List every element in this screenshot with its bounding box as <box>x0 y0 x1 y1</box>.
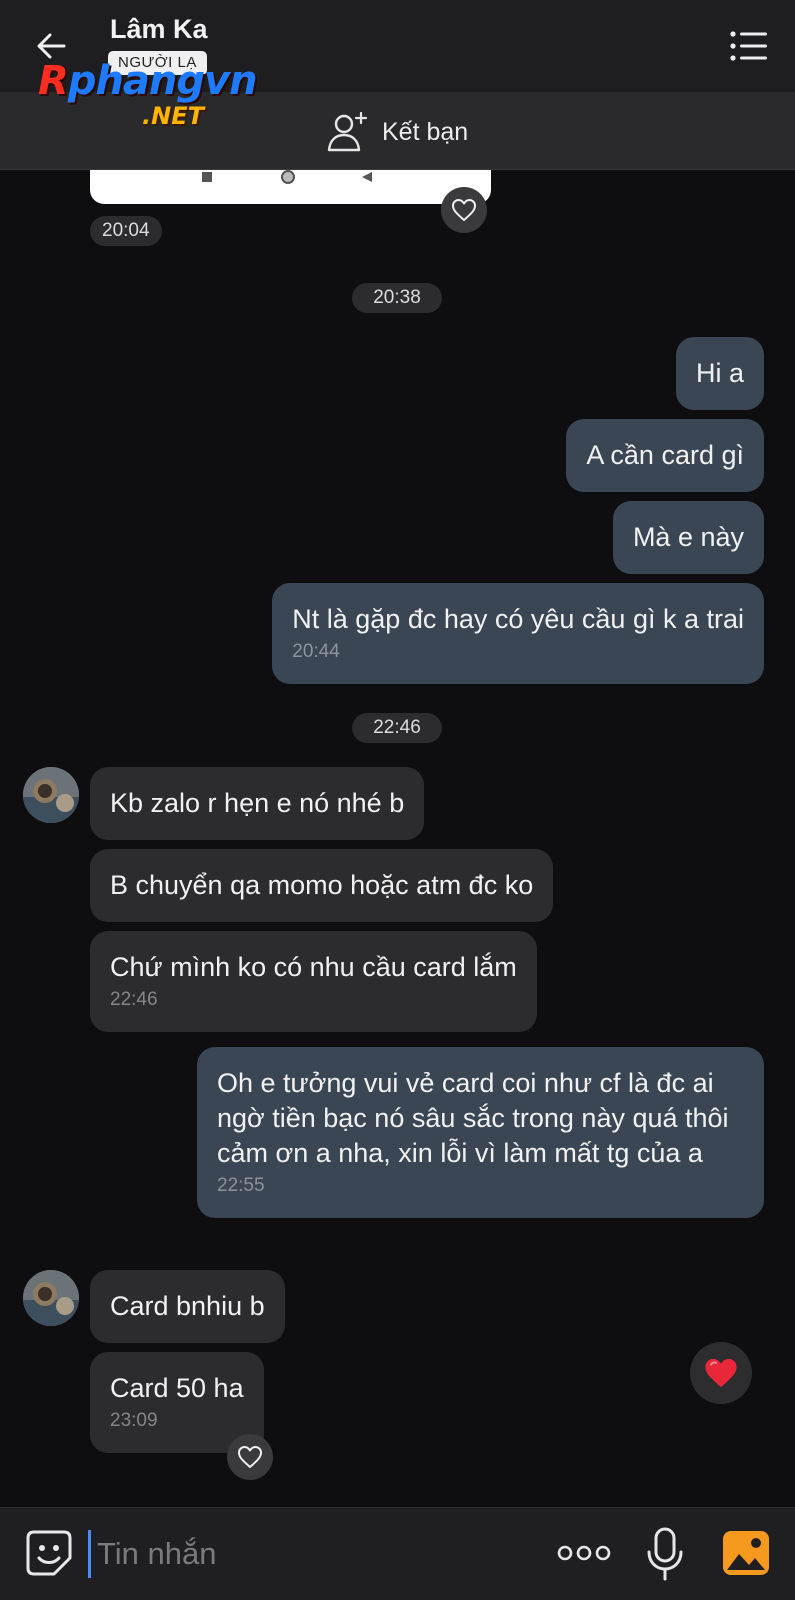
contact-name[interactable]: Lâm Ka <box>110 14 208 45</box>
message-composer <box>0 1507 795 1600</box>
add-user-icon <box>327 111 368 152</box>
watermark-sub: .NET <box>142 102 204 130</box>
message-text: Card bnhiu b <box>110 1291 265 1321</box>
message-input[interactable] <box>88 1530 528 1578</box>
outgoing-message[interactable]: A cần card gì <box>566 419 764 492</box>
message-text: Card 50 ha <box>110 1373 244 1403</box>
outgoing-message[interactable]: Nt là gặp đc hay có yêu cầu gì k a trai … <box>272 583 764 684</box>
shared-image-preview[interactable] <box>90 170 491 204</box>
voice-record-button[interactable] <box>644 1526 686 1582</box>
message-text: B chuyển qa momo hoặc atm đc ko <box>110 870 534 900</box>
time-divider: 20:38 <box>352 283 442 313</box>
message-text: Kb zalo r hẹn e nó nhé b <box>110 788 405 818</box>
react-heart-button[interactable] <box>441 187 487 233</box>
message-timestamp: 20:44 <box>292 641 340 662</box>
heart-outline-icon <box>238 1446 262 1468</box>
image-icon <box>723 1531 769 1575</box>
message-list[interactable]: 20:04 20:38 Hi a A cần card gì Mà e này … <box>0 170 795 1507</box>
square-icon <box>202 172 212 182</box>
circle-icon <box>281 170 295 184</box>
message-text: Mà e này <box>632 522 744 552</box>
list-menu-icon <box>730 31 767 61</box>
avatar[interactable] <box>23 767 79 823</box>
send-photo-button[interactable] <box>722 1530 770 1576</box>
time-divider: 22:46 <box>352 713 442 743</box>
outgoing-message[interactable]: Mà e này <box>612 501 764 574</box>
message-text: Nt là gặp đc hay có yêu cầu gì k a trai <box>292 604 744 634</box>
options-menu-button[interactable] <box>729 28 769 64</box>
incoming-message[interactable]: B chuyển qa momo hoặc atm đc ko <box>90 849 554 922</box>
message-time: 20:04 <box>90 216 162 246</box>
microphone-icon <box>647 1527 683 1581</box>
outgoing-message[interactable]: Hi a <box>675 337 764 410</box>
more-dots-icon <box>557 1545 611 1561</box>
message-text: Chứ mình ko có nhu cầu card lắm <box>110 952 517 982</box>
more-options-button[interactable] <box>556 1538 612 1568</box>
message-timestamp: 22:46 <box>110 989 158 1010</box>
heart-outline-icon <box>452 199 476 221</box>
incoming-message[interactable]: Card bnhiu b <box>90 1270 285 1343</box>
message-timestamp: 23:09 <box>110 1410 158 1431</box>
message-text: Hi a <box>695 358 744 388</box>
add-friend-button[interactable]: Kết bạn <box>326 110 468 154</box>
outgoing-message[interactable]: Oh e tưởng vui vẻ card coi như cf là đc … <box>197 1047 764 1218</box>
incoming-message[interactable]: Kb zalo r hẹn e nó nhé b <box>90 767 425 840</box>
avatar-image <box>23 767 79 823</box>
avatar[interactable] <box>23 1270 79 1326</box>
message-timestamp: 22:55 <box>217 1175 265 1196</box>
add-friend-label: Kết bạn <box>382 117 469 146</box>
message-text: A cần card gì <box>586 440 744 470</box>
quick-reaction-button[interactable] <box>690 1342 752 1404</box>
incoming-message[interactable]: Chứ mình ko có nhu cầu card lắm 22:46 <box>90 931 537 1032</box>
sticker-button[interactable] <box>24 1528 74 1578</box>
watermark-logo: Rphangvn .NET <box>38 58 288 136</box>
triangle-icon <box>362 172 372 182</box>
sticker-icon <box>26 1530 72 1576</box>
react-heart-button[interactable] <box>227 1434 273 1480</box>
avatar-image <box>23 1270 79 1326</box>
message-text: Oh e tưởng vui vẻ card coi như cf là đc … <box>217 1068 729 1168</box>
watermark-main: Rphangvn <box>38 58 258 104</box>
heart-filled-icon <box>705 1358 737 1388</box>
